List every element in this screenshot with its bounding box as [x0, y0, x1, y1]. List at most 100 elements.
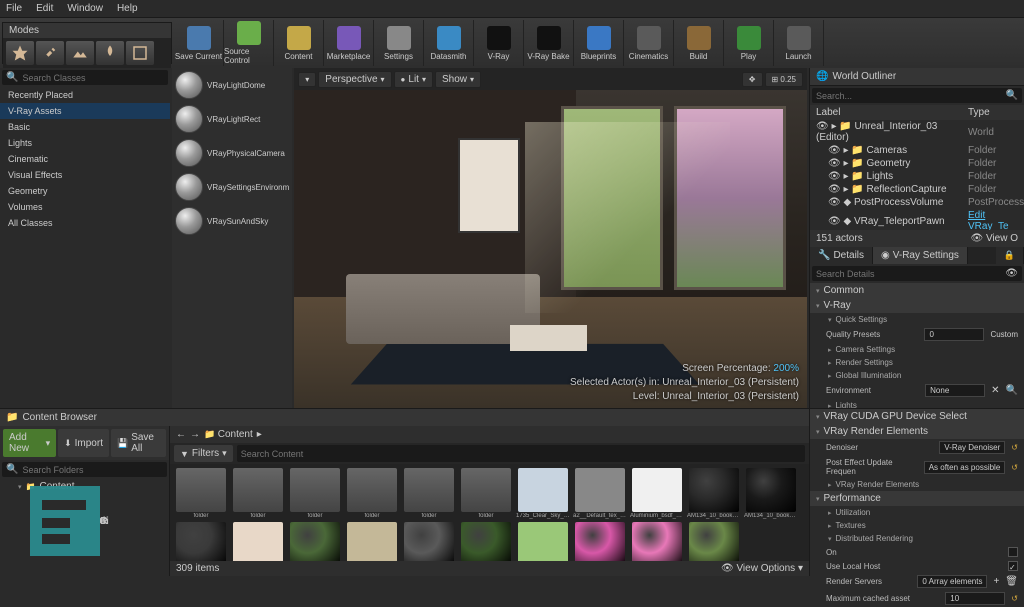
toolbar-cinematics[interactable]: Cinematics: [624, 20, 674, 66]
search-classes-input[interactable]: [22, 73, 164, 83]
denoiser-dropdown[interactable]: V-Ray Denoiser: [939, 441, 1005, 454]
asset-thumbnail[interactable]: brushed_metal_mt_bsdf_T: [402, 522, 456, 561]
toolbar-source-control[interactable]: Source Control: [224, 20, 274, 66]
menu-edit[interactable]: Edit: [36, 3, 53, 14]
post-freq-dropdown[interactable]: As often as possible: [924, 461, 1006, 474]
toolbar-datasmith[interactable]: Datasmith: [424, 20, 474, 66]
search-classes[interactable]: 🔍: [2, 70, 168, 85]
toolbar-v-ray-bake[interactable]: V-Ray Bake: [524, 20, 574, 66]
asset-thumbnail[interactable]: 1735_Clear_Sky_Tex: [516, 468, 570, 519]
add-element-icon[interactable]: +: [993, 576, 999, 587]
outliner-row[interactable]: 👁 ◆ PostProcessVolumePostProcess: [810, 196, 1024, 209]
outliner-row[interactable]: 👁 ▸ 📁 LightsFolder: [810, 170, 1024, 183]
lock-icon[interactable]: 🔒: [996, 247, 1024, 264]
asset-thumbnail[interactable]: folder: [402, 468, 456, 519]
asset-VRaySunAndSky[interactable]: VRaySunAndSky: [172, 204, 292, 238]
asset-VRayLightDome[interactable]: VRayLightDome: [172, 68, 292, 102]
outliner-row[interactable]: 👁 ▸ 📁 CamerasFolder: [810, 144, 1024, 157]
view-options-button[interactable]: 👁 View Options ▾: [721, 563, 803, 574]
category-lights[interactable]: Lights: [0, 135, 170, 151]
section-common[interactable]: Common: [810, 283, 1024, 298]
toolbar-settings[interactable]: Settings: [374, 20, 424, 66]
asset-thumbnail[interactable]: Aluminium_bsdf_Tex: [630, 468, 684, 519]
outliner-row[interactable]: 👁 ◆ VRay_TeleportPawnEdit VRay_Te: [810, 209, 1024, 230]
section-gi[interactable]: Global Illumination: [810, 369, 1024, 382]
toolbar-play[interactable]: Play: [724, 20, 774, 66]
category-visual-effects[interactable]: Visual Effects: [0, 167, 170, 183]
asset-thumbnail[interactable]: folder: [288, 468, 342, 519]
back-icon[interactable]: ←: [176, 429, 186, 440]
viewport[interactable]: ▾ Perspective ▾ ● Lit ▾ Show ▾ ✥ ⊞ 0.25 …: [294, 68, 807, 408]
cb-asset-grid[interactable]: folderfolderfolderfolderfolderfolder1735…: [170, 464, 809, 561]
section-render[interactable]: Render Settings: [810, 356, 1024, 369]
section-quick[interactable]: Quick Settings: [810, 313, 1024, 326]
asset-VRayLightRect[interactable]: VRayLightRect: [172, 102, 292, 136]
mode-landscape-icon[interactable]: [66, 41, 94, 65]
toolbar-save-current[interactable]: Save Current: [174, 20, 224, 66]
section-vray[interactable]: V-Ray: [810, 298, 1024, 313]
category-recently-placed[interactable]: Recently Placed: [0, 87, 170, 103]
category-v-ray-assets[interactable]: V-Ray Assets: [0, 103, 170, 119]
outliner-search[interactable]: 🔍: [812, 88, 1022, 103]
asset-thumbnail[interactable]: flower2_mt1_bsdf_T: [573, 522, 627, 561]
section-elements[interactable]: VRay Render Elements: [810, 424, 1024, 439]
section-camera[interactable]: Camera Settings: [810, 343, 1024, 356]
asset-thumbnail[interactable]: folder: [174, 468, 228, 519]
outliner-tree[interactable]: 👁 ▸ 📁 Unreal_Interior_03 (Editor)World👁 …: [810, 120, 1024, 230]
environment-dropdown[interactable]: None: [925, 384, 985, 397]
section-utilization[interactable]: Utilization: [810, 506, 1024, 519]
menu-help[interactable]: Help: [117, 3, 138, 14]
forward-icon[interactable]: →: [190, 429, 200, 440]
section-performance[interactable]: Performance: [810, 491, 1024, 506]
section-lights[interactable]: Lights: [810, 399, 1024, 408]
asset-VRaySettingsEnvironm[interactable]: VRaySettingsEnvironm: [172, 170, 292, 204]
asset-VRayPhysicalCamera[interactable]: VRayPhysicalCamera: [172, 136, 292, 170]
toolbar-launch[interactable]: Launch: [774, 20, 824, 66]
category-geometry[interactable]: Geometry: [0, 183, 170, 199]
outliner-row[interactable]: 👁 ▸ 📁 Unreal_Interior_03 (Editor)World: [810, 120, 1024, 144]
mode-mesh-icon[interactable]: [126, 41, 154, 65]
toolbar-build[interactable]: Build: [674, 20, 724, 66]
toolbar-marketplace[interactable]: Marketplace: [324, 20, 374, 66]
reset-icon[interactable]: ↺: [1011, 443, 1018, 452]
viewport-perspective[interactable]: Perspective ▾: [318, 71, 391, 88]
menu-window[interactable]: Window: [67, 3, 103, 14]
filters-button[interactable]: ▼ Filters ▾: [174, 445, 233, 462]
local-host-checkbox[interactable]: [1008, 561, 1018, 571]
category-volumes[interactable]: Volumes: [0, 199, 170, 215]
mode-foliage-icon[interactable]: [96, 41, 124, 65]
eye-icon[interactable]: 👁: [1005, 268, 1018, 279]
section-textures[interactable]: Textures: [810, 519, 1024, 532]
asset-thumbnail[interactable]: DatasmithAssetCad: [345, 522, 399, 561]
folders-search-input[interactable]: [22, 465, 163, 475]
asset-thumbnail[interactable]: Flower_Flower_mt1_bsdf_M: [687, 522, 741, 561]
asset-thumbnail[interactable]: AM134_10_book02_Te: [687, 468, 741, 519]
mode-paint-icon[interactable]: [36, 41, 64, 65]
details-search[interactable]: 👁: [812, 266, 1022, 281]
tab-vray-settings[interactable]: ◉V-Ray Settings: [873, 247, 968, 264]
asset-thumbnail[interactable]: Dark_Green_Leaves_mt_bs: [459, 522, 513, 561]
category-basic[interactable]: Basic: [0, 119, 170, 135]
clear-array-icon[interactable]: 🗑: [1005, 576, 1018, 587]
asset-thumbnail[interactable]: [231, 522, 285, 561]
asset-thumbnail[interactable]: folder: [459, 468, 513, 519]
asset-thumbnail[interactable]: a2__Default_tex_1_T: [573, 468, 627, 519]
asset-thumbnail[interactable]: folder: [345, 468, 399, 519]
folders-search[interactable]: 🔍: [2, 462, 167, 477]
section-cuda[interactable]: VRay CUDA GPU Device Select: [810, 409, 1024, 424]
reset-icon[interactable]: ↺: [1011, 463, 1018, 472]
quality-dropdown[interactable]: 0: [924, 328, 984, 341]
save-all-button[interactable]: 💾 Save All: [111, 429, 166, 457]
view-options[interactable]: 👁 View O: [970, 233, 1018, 244]
content-search-input[interactable]: [241, 449, 801, 459]
reset-icon[interactable]: ↺: [1011, 594, 1018, 603]
section-distributed[interactable]: Distributed Rendering: [810, 532, 1024, 545]
category-cinematic[interactable]: Cinematic: [0, 151, 170, 167]
viewport-show[interactable]: Show ▾: [435, 71, 481, 88]
viewport-transform-icon[interactable]: ✥: [742, 72, 763, 87]
asset-thumbnail[interactable]: [288, 522, 342, 561]
mode-place-icon[interactable]: [6, 41, 34, 65]
tab-details[interactable]: 🔧Details: [810, 247, 873, 264]
asset-thumbnail[interactable]: AM134_10_book07_Te: [174, 522, 228, 561]
outliner-row[interactable]: 👁 ▸ 📁 ReflectionCaptureFolder: [810, 183, 1024, 196]
